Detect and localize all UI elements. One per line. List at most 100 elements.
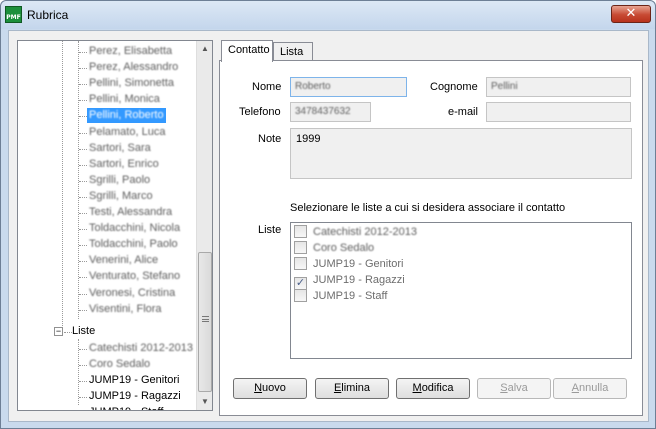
lists-instruction: Selezionare le liste a cui si desidera a… bbox=[290, 202, 566, 214]
tree-contact-label: Venerini, Alice bbox=[89, 254, 159, 267]
list-checkbox-label: JUMP19 - Staff bbox=[313, 290, 388, 302]
cognome-label: Cognome bbox=[430, 81, 478, 93]
tree-contact-item[interactable]: Pellini, Roberto bbox=[87, 108, 166, 124]
tree-contact-label: Perez, Elisabetta bbox=[89, 45, 173, 57]
contatto-panel: Nome Roberto Cognome Pellini Telefono 34… bbox=[219, 60, 643, 416]
email-field[interactable] bbox=[486, 102, 631, 122]
list-checkbox-label: Catechisti 2012-2013 bbox=[313, 226, 417, 238]
close-button[interactable]: ✕ bbox=[611, 5, 651, 23]
tree-contact-item[interactable]: Venerini, Alice bbox=[87, 253, 160, 268]
tree-scrollbar[interactable]: ▲ ▼ bbox=[196, 41, 212, 410]
nuovo-button[interactable]: Nuovo bbox=[233, 378, 307, 399]
rubrica-window: PMF Rubrica ✕ Perez, Elisabetta Perez, Al… bbox=[0, 0, 656, 429]
tree-line bbox=[79, 213, 87, 214]
tree-contact-item[interactable]: Pellini, Monica bbox=[87, 92, 162, 107]
title-bar[interactable]: PMF Rubrica ✕ bbox=[1, 1, 655, 29]
checkbox-icon[interactable] bbox=[294, 289, 307, 302]
scroll-up-icon[interactable]: ▲ bbox=[197, 41, 212, 57]
contacts-tree[interactable]: Perez, Elisabetta Perez, Alessandro Pellin… bbox=[17, 40, 213, 411]
tree-list-item[interactable]: Catechisti 2012-2013 bbox=[87, 341, 195, 356]
tab-contatto[interactable]: Contatto bbox=[221, 40, 273, 62]
list-checkbox-row[interactable]: ✓ JUMP19 - Ragazzi bbox=[294, 273, 405, 290]
tree-contact-label: Pellini, Monica bbox=[89, 93, 160, 106]
list-checkbox-label: JUMP19 - Genitori bbox=[313, 258, 404, 270]
tree-contact-label: Venturato, Stefano bbox=[89, 270, 181, 283]
lists-checklist[interactable]: Catechisti 2012-2013 Coro Sedalo JUMP19 - … bbox=[290, 222, 632, 359]
tree-contact-item[interactable]: Perez, Elisabetta bbox=[87, 44, 174, 59]
nome-label: Nome bbox=[252, 81, 282, 93]
tree-contact-label: Visentini, Flora bbox=[89, 302, 162, 315]
tree-line bbox=[79, 68, 87, 70]
checkbox-icon[interactable] bbox=[294, 257, 307, 270]
tree-line bbox=[79, 180, 87, 182]
tree-line bbox=[79, 245, 87, 247]
scroll-down-icon[interactable]: ▼ bbox=[197, 394, 212, 410]
annulla-button[interactable]: Annulla bbox=[553, 378, 627, 399]
tree-line bbox=[79, 52, 87, 53]
tree-contact-item[interactable]: Sgrilli, Marco bbox=[87, 189, 155, 204]
tree-contact-label: Pellini, Simonetta bbox=[89, 77, 174, 90]
tree-line bbox=[79, 229, 87, 231]
telefono-field[interactable]: 3478437632 bbox=[290, 102, 371, 122]
tree-contact-label: Perez, Alessandro bbox=[89, 61, 179, 74]
tree-list-item[interactable]: Coro Sedalo bbox=[87, 357, 152, 372]
list-checkbox-label: Coro Sedalo bbox=[313, 242, 375, 254]
checkbox-icon[interactable] bbox=[294, 225, 307, 238]
tree-contact-item[interactable]: Visentini, Flora bbox=[87, 302, 164, 317]
list-checkbox-row[interactable]: JUMP19 - Staff bbox=[294, 289, 387, 305]
note-textarea[interactable]: 1999 bbox=[290, 128, 632, 179]
tree-list-item[interactable]: JUMP19 - Ragazzi bbox=[87, 389, 183, 404]
nome-field[interactable]: Roberto bbox=[290, 77, 407, 97]
tree-contact-item[interactable]: Sartori, Enrico bbox=[87, 157, 161, 172]
client-area: Perez, Elisabetta Perez, Alessandro Pellin… bbox=[8, 30, 649, 422]
list-checkbox-label: JUMP19 - Ragazzi bbox=[313, 274, 405, 286]
checkbox-icon[interactable] bbox=[294, 241, 307, 254]
liste-expander[interactable]: − bbox=[54, 327, 63, 336]
tree-line bbox=[79, 380, 87, 382]
tree-contact-label: Sartori, Enrico bbox=[89, 157, 159, 170]
tree-line bbox=[79, 261, 87, 263]
tree-line bbox=[79, 116, 87, 118]
elimina-button[interactable]: Elimina bbox=[315, 378, 389, 399]
scroll-thumb[interactable] bbox=[198, 252, 212, 392]
modifica-button[interactable]: Modifica bbox=[396, 378, 470, 399]
tab-lista[interactable]: Lista bbox=[273, 42, 313, 62]
tree-list-item[interactable]: JUMP19 - Genitori bbox=[87, 373, 181, 388]
telefono-label: Telefono bbox=[239, 106, 281, 118]
salva-button[interactable]: Salva bbox=[477, 378, 551, 399]
tree-list-label: Catechisti 2012-2013 bbox=[89, 342, 193, 354]
tree-line bbox=[79, 293, 87, 295]
tree-line bbox=[79, 132, 87, 134]
tree-contact-label: Toldacchini, Nicola bbox=[89, 222, 181, 235]
tree-line bbox=[79, 277, 87, 279]
tree-contact-item[interactable]: Toldacchini, Paolo bbox=[87, 237, 180, 252]
cognome-field[interactable]: Pellini bbox=[486, 77, 631, 97]
list-checkbox-row[interactable]: Catechisti 2012-2013 bbox=[294, 225, 417, 241]
tree-contact-item[interactable]: Venturato, Stefano bbox=[87, 269, 182, 284]
tree-contact-label: Pelamato, Luca bbox=[89, 125, 166, 138]
window-title: Rubrica bbox=[27, 8, 69, 22]
tree-node-liste[interactable]: Liste bbox=[70, 324, 97, 339]
tree-list-label: Coro Sedalo bbox=[89, 357, 151, 370]
tree-contact-item[interactable]: Toldacchini, Nicola bbox=[87, 221, 182, 236]
tree-contact-item[interactable]: Pelamato, Luca bbox=[87, 125, 167, 140]
tree-contact-item[interactable]: Sartori, Sara bbox=[87, 141, 153, 156]
list-checkbox-row[interactable]: JUMP19 - Genitori bbox=[294, 257, 403, 273]
tree-contact-item[interactable]: Perez, Alessandro bbox=[87, 60, 180, 75]
tree-line bbox=[79, 309, 87, 311]
tree-list-item[interactable]: JUMP19 - Staff bbox=[87, 405, 165, 410]
email-label: e-mail bbox=[448, 106, 478, 118]
tree-contact-item[interactable]: Veronesi, Cristina bbox=[87, 286, 177, 301]
note-label: Note bbox=[258, 133, 282, 145]
tree-contact-item[interactable]: Sgrilli, Paolo bbox=[87, 173, 152, 188]
grip-icon bbox=[202, 316, 209, 322]
tree-list-label: JUMP19 - Ragazzi bbox=[89, 389, 181, 402]
tree-list-label: JUMP19 - Genitori bbox=[89, 373, 180, 386]
tree-line bbox=[79, 349, 87, 350]
tree-contact-item[interactable]: Testi, Alessandra bbox=[87, 205, 174, 220]
tree-contact-label: Pellini, Roberto bbox=[89, 109, 164, 122]
tree-line bbox=[79, 148, 87, 150]
tree-contact-item[interactable]: Pellini, Simonetta bbox=[87, 76, 176, 91]
tree-contact-label: Sgrilli, Paolo bbox=[89, 173, 151, 186]
list-checkbox-row[interactable]: Coro Sedalo bbox=[294, 241, 374, 257]
